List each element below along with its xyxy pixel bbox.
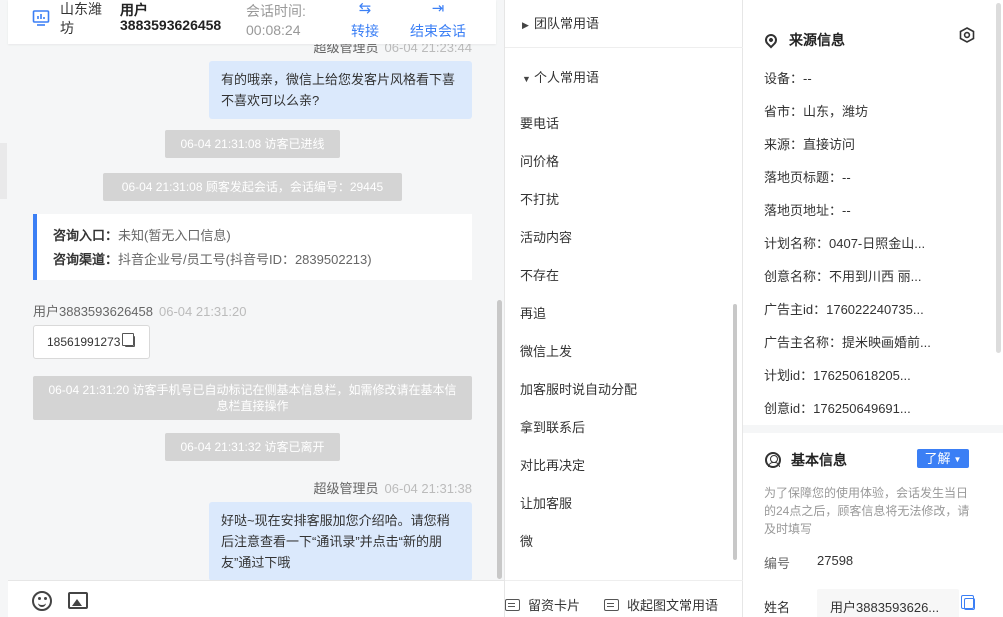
- phrase-scrollbar[interactable]: [733, 304, 737, 560]
- phrase-item[interactable]: 再追: [520, 303, 546, 322]
- visitor-user: 用户 3883593626458: [120, 3, 221, 33]
- phrase-footer: 留资卡片 收起图文常用语: [505, 580, 743, 617]
- consult-entry: 咨询入口：未知(暂无入口信息): [53, 228, 231, 243]
- message-icon: [604, 599, 619, 611]
- lead-card-button[interactable]: 留资卡片: [505, 595, 580, 614]
- name-field[interactable]: 用户3883593626...: [817, 589, 959, 617]
- settings-hex-icon[interactable]: [959, 27, 975, 43]
- name-label: 姓名: [764, 600, 791, 615]
- emoji-icon[interactable]: [32, 591, 52, 611]
- message-list[interactable]: 超级管理员 06-04 21:23:44 有的哦亲，微信上给您发客片风格看下喜不喜…: [8, 44, 496, 580]
- system-message: 06-04 21:31:08 访客已进线: [165, 130, 340, 158]
- system-message: 06-04 21:31:32 访客已离开: [165, 433, 340, 461]
- info-scrollbar[interactable]: [996, 3, 1001, 353]
- edit-notice: 为了保障您的使用体验，会话发生当日的24点之后，顾客信息将无法修改，请及时填写: [764, 486, 970, 536]
- phrase-item[interactable]: 拿到联系后: [520, 417, 585, 436]
- session-time: 00:08:24: [246, 22, 301, 38]
- chat-header: 山东潍坊 用户 3883593626458 会话时间: 00:08:24 ⇆ 转…: [8, 0, 496, 44]
- exit-icon: ⇥: [431, 0, 445, 17]
- session-time-label: 会话时间:: [246, 3, 306, 19]
- info-landing-title: 落地页标题：--: [764, 170, 851, 185]
- info-region: 省市：山东，潍坊: [764, 104, 869, 119]
- team-phrases-group[interactable]: ▶ 团队常用语: [522, 13, 599, 32]
- info-plan-id: 计划id：176250618205...: [764, 368, 911, 383]
- info-plan-name: 计划名称：0407-日照金山...: [764, 236, 926, 251]
- phrase-item[interactable]: 让加客服: [520, 493, 572, 512]
- learn-more-button[interactable]: 了解 ▼: [917, 449, 969, 468]
- caret-down-icon: ▼: [522, 74, 531, 84]
- id-label: 编号: [764, 556, 791, 571]
- info-device: 设备：--: [764, 71, 812, 86]
- card-icon: [505, 599, 520, 611]
- copy-icon[interactable]: [961, 595, 975, 610]
- phrase-item[interactable]: 微: [520, 531, 533, 550]
- caret-right-icon: ▶: [522, 20, 529, 30]
- consult-source-card: 咨询入口：未知(暂无入口信息) 咨询渠道：抖音企业号/员工号(抖音号ID：283…: [33, 214, 472, 280]
- info-creative-name: 创意名称：不用到川西 丽...: [764, 269, 922, 284]
- info-origin: 来源：直接访问: [764, 137, 856, 152]
- agent-message-bubble: 有的哦亲，微信上给您发客片风格看下喜不喜欢可以么亲?: [209, 61, 472, 119]
- transfer-button[interactable]: ⇆ 转接: [335, 0, 395, 41]
- phrase-item[interactable]: 微信上发: [520, 341, 572, 360]
- chat-scrollbar[interactable]: [497, 300, 502, 579]
- agent-sender-line: 超级管理员 06-04 21:23:44: [313, 44, 472, 55]
- chat-toolbar: [8, 580, 504, 617]
- caret-down-icon: ▼: [953, 455, 962, 464]
- user-circle-icon: [765, 452, 781, 468]
- system-message: 06-04 21:31:20 访客手机号已自动标记在侧基本信息栏，如需修改请在基…: [33, 376, 472, 420]
- left-edge-tab: [0, 143, 7, 199]
- phrase-item[interactable]: 对比再决定: [520, 455, 585, 474]
- copy-icon[interactable]: [122, 333, 135, 347]
- collapse-phrases-button[interactable]: 收起图文常用语: [604, 595, 718, 614]
- end-session-button[interactable]: ⇥ 结束会话: [408, 0, 468, 41]
- consult-channel: 咨询渠道：抖音企业号/员工号(抖音号ID：2839502213): [53, 252, 372, 267]
- personal-phrases-group[interactable]: ▼ 个人常用语: [522, 67, 599, 86]
- phrase-item[interactable]: 要电话: [520, 113, 559, 132]
- basic-info-title: 基本信息: [765, 450, 847, 470]
- info-landing-url: 落地页地址：--: [764, 203, 851, 218]
- section-divider: [743, 425, 1003, 433]
- image-icon[interactable]: [68, 592, 88, 609]
- system-message: 06-04 21:31:08 顾客发起会话，会话编号：29445: [103, 173, 402, 201]
- monitor-icon: [32, 10, 50, 26]
- source-info-title: 来源信息: [762, 30, 845, 50]
- agent-sender-line: 超级管理员 06-04 21:31:38: [313, 481, 472, 496]
- info-creative-id: 创意id：176250649691...: [764, 401, 911, 416]
- visitor-message-bubble: 18561991273: [33, 325, 150, 359]
- phrase-item[interactable]: 不打扰: [520, 189, 559, 208]
- phrase-item[interactable]: 不存在: [520, 265, 559, 284]
- visitor-location: 山东潍坊: [60, 1, 102, 36]
- divider: [505, 47, 743, 48]
- phrase-panel: ▶ 团队常用语 ▼ 个人常用语 要电话 问价格 不打扰 活动内容 不存在 再追 微信…: [505, 0, 743, 617]
- agent-message-bubble: 好哒~现在安排客服加您介绍哈。请您稍后注意查看一下“通讯录”并点击“新的朋友”通…: [209, 502, 472, 580]
- phrase-item[interactable]: 活动内容: [520, 227, 572, 246]
- visitor-sender-line: 用户3883593626458 06-04 21:31:20: [33, 304, 247, 319]
- transfer-icon: ⇆: [358, 0, 372, 17]
- info-advertiser-name: 广告主名称：提米映画婚前...: [764, 335, 931, 350]
- visitor-info-panel: 来源信息 设备：-- 省市：山东，潍坊 来源：直接访问 落地页标题：-- 落地页…: [743, 0, 1003, 617]
- info-advertiser-id: 广告主id：176022240735...: [764, 302, 924, 317]
- user-label: 用户: [120, 2, 148, 18]
- user-id: 3883593626458: [120, 17, 222, 33]
- phrase-item[interactable]: 加客服时说自动分配: [520, 379, 637, 398]
- phrase-item[interactable]: 问价格: [520, 151, 559, 170]
- location-pin-icon: [762, 31, 780, 49]
- chat-panel: 山东潍坊 用户 3883593626458 会话时间: 00:08:24 ⇆ 转…: [0, 0, 505, 617]
- id-value: 27598: [817, 553, 854, 568]
